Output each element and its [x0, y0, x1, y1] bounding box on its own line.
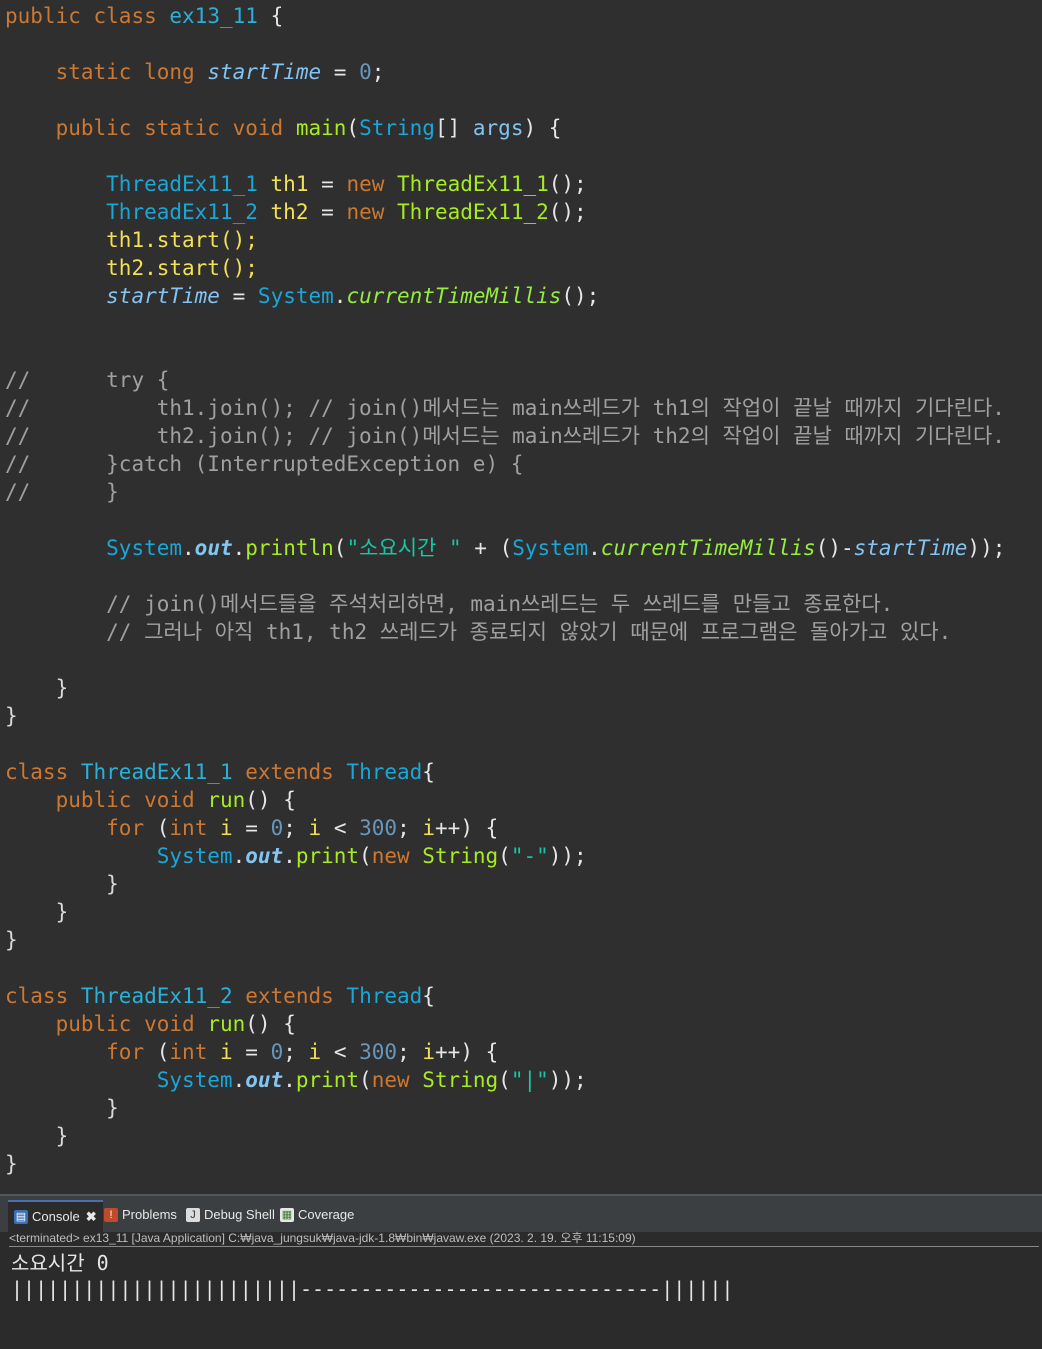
code-line-brace: }: [106, 872, 119, 896]
code-line-brace: }: [55, 1124, 69, 1148]
tab-label: Coverage: [298, 1207, 355, 1222]
code-line-commented: // try {: [5, 368, 170, 392]
code-line-class-decl: public class ex13_11 {: [5, 4, 284, 28]
tab-console[interactable]: ▤ Console ✖: [8, 1200, 103, 1232]
code-editor[interactable]: public class ex13_11 { static long start…: [0, 0, 1042, 1194]
code-line-brace: }: [55, 676, 69, 700]
console-status: <terminated> ex13_11 [Java Application] …: [9, 1230, 1039, 1247]
code-line-for: for (int i = 0; i < 300; i++) {: [106, 1040, 499, 1064]
code-line-assign: startTime = System.currentTimeMillis();: [106, 284, 600, 308]
debug-shell-icon: J: [186, 1208, 200, 1222]
code-line-brace: }: [5, 704, 18, 728]
console-output-line: ||||||||||||||||||||||||----------------…: [11, 1277, 734, 1301]
tab-debug-shell[interactable]: J Debug Shell: [180, 1200, 281, 1230]
code-line-for: for (int i = 0; i < 300; i++) {: [106, 816, 499, 840]
code-line-brace: }: [5, 928, 18, 952]
code-line-main-decl: public static void main(String[] args) {: [55, 116, 562, 140]
code-line-brace: }: [106, 1096, 119, 1120]
code-line-commented: // }catch (InterruptedException e) {: [5, 452, 524, 476]
coverage-icon: ▦: [280, 1208, 294, 1222]
problems-icon: !: [104, 1208, 118, 1222]
code-line-brace: }: [55, 900, 69, 924]
code-line-th1-decl: ThreadEx11_1 th1 = new ThreadEx11_1();: [106, 172, 587, 196]
code-line-class1-decl: class ThreadEx11_1 extends Thread{: [5, 760, 435, 784]
tab-coverage[interactable]: ▦ Coverage: [274, 1200, 360, 1230]
console-panel: ▤ Console ✖ ! Problems J Debug Shell ▦ C…: [0, 1194, 1042, 1349]
code-line-brace: }: [5, 1152, 18, 1176]
code-line-run-decl: public void run() {: [55, 788, 296, 812]
code-line-print: System.out.print(new String("|"));: [156, 1068, 587, 1092]
code-line-comment: // 그러나 아직 th1, th2 쓰레드가 종료되지 않았기 때문에 프로그…: [106, 620, 952, 644]
tab-label: Debug Shell: [204, 1207, 275, 1222]
close-icon[interactable]: ✖: [86, 1202, 97, 1232]
code-line-print: System.out.print(new String("-"));: [156, 844, 587, 868]
tab-label: Problems: [122, 1207, 177, 1222]
code-line-commented: // }: [5, 480, 119, 504]
code-line-field: static long startTime = 0;: [55, 60, 385, 84]
console-icon: ▤: [14, 1210, 28, 1224]
code-line-run-decl: public void run() {: [55, 1012, 296, 1036]
tab-problems[interactable]: ! Problems: [98, 1200, 183, 1230]
code-line-println: System.out.println("소요시간 " + (System.cur…: [106, 536, 1006, 560]
code-line-commented: // th1.join(); // join()메서드는 main쓰레드가 th…: [5, 396, 1005, 420]
console-tab-bar: ▤ Console ✖ ! Problems J Debug Shell ▦ C…: [0, 1196, 1042, 1232]
code-line-comment: // join()메서드들을 주석처리하면, main쓰레드는 두 쓰레드를 만…: [106, 592, 894, 616]
code-line-th2-decl: ThreadEx11_2 th2 = new ThreadEx11_2();: [106, 200, 587, 224]
code-line-class2-decl: class ThreadEx11_2 extends Thread{: [5, 984, 435, 1008]
code-line-th2-start: th2.start();: [106, 256, 258, 280]
code-line-th1-start: th1.start();: [106, 228, 258, 252]
tab-label: Console: [32, 1209, 80, 1224]
code-line-commented: // th2.join(); // join()메서드는 main쓰레드가 th…: [5, 424, 1005, 448]
console-output-line: 소요시간 0: [11, 1251, 109, 1275]
